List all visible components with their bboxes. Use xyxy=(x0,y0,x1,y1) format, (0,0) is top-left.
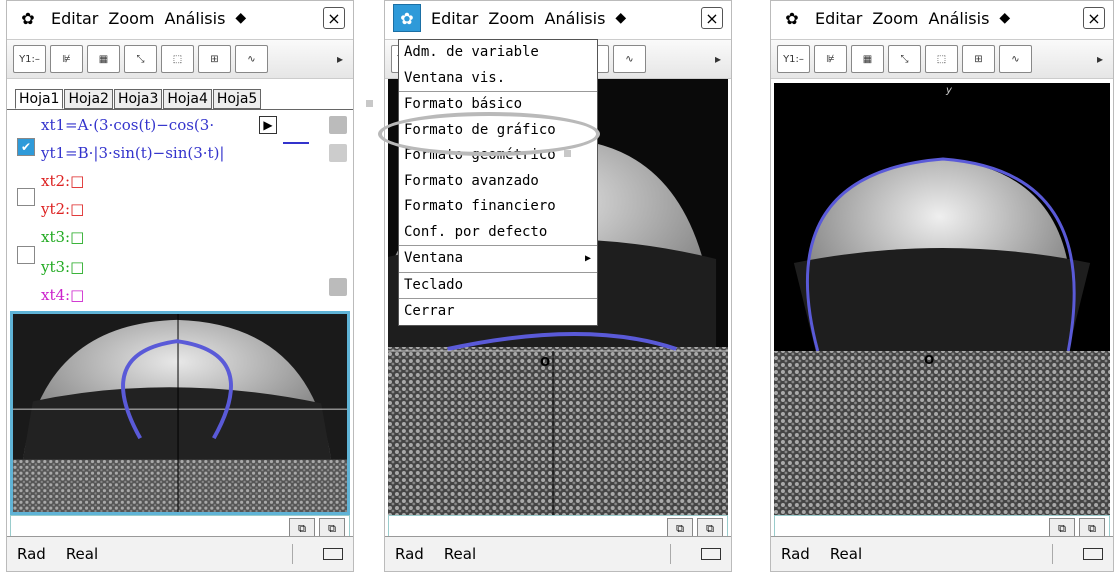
graph-area[interactable]: O y xyxy=(774,83,1110,515)
tab-hoja1[interactable]: Hoja1 xyxy=(15,89,64,109)
menu-item-teclado[interactable]: Teclado xyxy=(399,271,597,299)
view-window-icon[interactable]: ⊞ xyxy=(198,45,231,73)
menu-analisis[interactable]: Análisis xyxy=(165,9,226,28)
menu-bar: ✿ Editar Zoom Análisis ◆ × xyxy=(7,1,353,35)
menu-item-adm-variable[interactable]: Adm. de variable xyxy=(399,40,597,66)
angle-mode[interactable]: Rad xyxy=(17,545,46,563)
toolbar: Y1:– ⊯ ▦ ⤡ ⬚ ⊞ ∿ ▸ xyxy=(7,39,353,79)
expand-arrow-icon[interactable]: ▶ xyxy=(259,116,277,134)
graph-area[interactable] xyxy=(10,311,350,515)
settings-dropdown-menu: Adm. de variable Ventana vis. Formato bá… xyxy=(398,39,598,326)
tab-hoja5[interactable]: Hoja5 xyxy=(212,89,262,109)
menu-item-ventana[interactable]: Ventana ▶ xyxy=(399,245,597,272)
eq-xt3[interactable]: xt3:□ xyxy=(41,228,84,246)
graph-icon[interactable]: ⊯ xyxy=(814,45,847,73)
gear-icon[interactable]: ✿ xyxy=(393,4,421,32)
eq-yt2[interactable]: yt2:□ xyxy=(41,200,84,218)
toolbar-more-icon[interactable]: ▸ xyxy=(715,52,721,66)
drop-photo xyxy=(13,314,347,512)
line-style-indicator[interactable] xyxy=(283,142,309,144)
close-button[interactable]: × xyxy=(323,7,345,29)
zoom-box-icon[interactable]: ⬚ xyxy=(925,45,958,73)
eq-yt3[interactable]: yt3:□ xyxy=(41,258,84,276)
graph-icon[interactable]: ⊯ xyxy=(50,45,83,73)
zoom-box-icon[interactable]: ⬚ xyxy=(161,45,194,73)
menu-item-conf-defecto[interactable]: Conf. por defecto xyxy=(399,220,597,246)
origin-label: O xyxy=(540,355,551,369)
eq-xt2[interactable]: xt2:□ xyxy=(41,172,84,190)
tab-hoja3[interactable]: Hoja3 xyxy=(113,89,163,109)
drop-photo xyxy=(774,83,1110,515)
menu-zoom[interactable]: Zoom xyxy=(108,9,154,28)
checkbox-eq1[interactable]: ✔ xyxy=(17,138,35,156)
toolbar: Y1:– ⊯ ▦ ⤡ ⬚ ⊞ ∿ ▸ xyxy=(771,39,1113,79)
menu-analisis[interactable]: Análisis xyxy=(545,9,606,28)
zoom-auto-icon[interactable]: ⤡ xyxy=(124,45,157,73)
view-window-icon[interactable]: ⊞ xyxy=(962,45,995,73)
graph-type-icon[interactable]: ∿ xyxy=(235,45,268,73)
submenu-arrow-icon: ▶ xyxy=(584,253,591,264)
menu-item-cerrar[interactable]: Cerrar xyxy=(399,298,597,325)
close-button[interactable]: × xyxy=(1083,7,1105,29)
angle-mode[interactable]: Rad xyxy=(781,545,810,563)
menu-bar: ✿ Editar Zoom Análisis ◆ × xyxy=(385,1,731,35)
menu-item-formato-financiero[interactable]: Formato financiero xyxy=(399,194,597,220)
number-mode[interactable]: Real xyxy=(444,545,476,563)
zoom-auto-icon[interactable]: ⤡ xyxy=(888,45,921,73)
annotation-dot xyxy=(366,100,373,107)
scroll-thumb[interactable] xyxy=(329,144,347,162)
menu-zoom[interactable]: Zoom xyxy=(488,9,534,28)
status-bar: Rad Real xyxy=(7,536,353,571)
scroll-up-button[interactable] xyxy=(329,116,347,134)
y-axis-label: y xyxy=(946,85,952,96)
menu-bar: ✿ Editar Zoom Análisis ◆ × xyxy=(771,1,1113,35)
table-icon[interactable]: ▦ xyxy=(87,45,120,73)
checkbox-eq2[interactable] xyxy=(17,188,35,206)
diamond-icon[interactable]: ◆ xyxy=(615,10,626,26)
menu-editar[interactable]: Editar xyxy=(431,9,478,28)
battery-icon xyxy=(701,548,721,560)
number-mode[interactable]: Real xyxy=(66,545,98,563)
screen-graph-editor: ✿ Editar Zoom Análisis ◆ × Y1:– ⊯ ▦ ⤡ ⬚ … xyxy=(6,0,354,572)
menu-item-formato-avanzado[interactable]: Formato avanzado xyxy=(399,169,597,195)
battery-icon xyxy=(323,548,343,560)
screen-graph-fit: ✿ Editar Zoom Análisis ◆ × Y1:– ⊯ ▦ ⤡ ⬚ … xyxy=(770,0,1114,572)
sheet-tabs: Hoja1 Hoja2 Hoja3 Hoja4 Hoja5 xyxy=(15,89,262,109)
battery-icon xyxy=(1083,548,1103,560)
menu-item-ventana-vis[interactable]: Ventana vis. xyxy=(399,66,597,92)
menu-editar[interactable]: Editar xyxy=(51,9,98,28)
tab-hoja2[interactable]: Hoja2 xyxy=(64,89,113,109)
equation-editor: ✔ xt1=A·(3·cos(t)−cos(3· ▶ yt1=B·|3·sin(… xyxy=(7,109,353,306)
graph-type-icon[interactable]: ∿ xyxy=(999,45,1032,73)
status-bar: Rad Real xyxy=(771,536,1113,571)
eq-xt1[interactable]: xt1=A·(3·cos(t)−cos(3· xyxy=(41,116,214,134)
status-bar: Rad Real xyxy=(385,536,731,571)
number-mode[interactable]: Real xyxy=(830,545,862,563)
menu-item-ventana-label: Ventana xyxy=(404,250,464,266)
eq-xt4[interactable]: xt4:□ xyxy=(41,286,84,304)
angle-mode[interactable]: Rad xyxy=(395,545,424,563)
annotation-dot xyxy=(564,150,571,157)
diamond-icon[interactable]: ◆ xyxy=(999,10,1010,26)
eq-yt1[interactable]: yt1=B·|3·sin(t)−sin(3·t)| xyxy=(41,144,224,162)
gear-icon[interactable]: ✿ xyxy=(15,5,41,31)
menu-zoom[interactable]: Zoom xyxy=(872,9,918,28)
checkbox-eq3[interactable] xyxy=(17,246,35,264)
table-toggle-icon[interactable]: Y1:– xyxy=(777,45,810,73)
toolbar-more-icon[interactable]: ▸ xyxy=(337,52,343,66)
gear-icon[interactable]: ✿ xyxy=(779,5,805,31)
diamond-icon[interactable]: ◆ xyxy=(235,10,246,26)
close-button[interactable]: × xyxy=(701,7,723,29)
toolbar-more-icon[interactable]: ▸ xyxy=(1097,52,1103,66)
table-toggle-icon[interactable]: Y1:– xyxy=(13,45,46,73)
menu-editar[interactable]: Editar xyxy=(815,9,862,28)
graph-type-icon[interactable]: ∿ xyxy=(613,45,646,73)
tab-hoja4[interactable]: Hoja4 xyxy=(163,89,212,109)
origin-label: O xyxy=(924,353,935,367)
scroll-down-button[interactable] xyxy=(329,278,347,296)
table-icon[interactable]: ▦ xyxy=(851,45,884,73)
menu-analisis[interactable]: Análisis xyxy=(929,9,990,28)
